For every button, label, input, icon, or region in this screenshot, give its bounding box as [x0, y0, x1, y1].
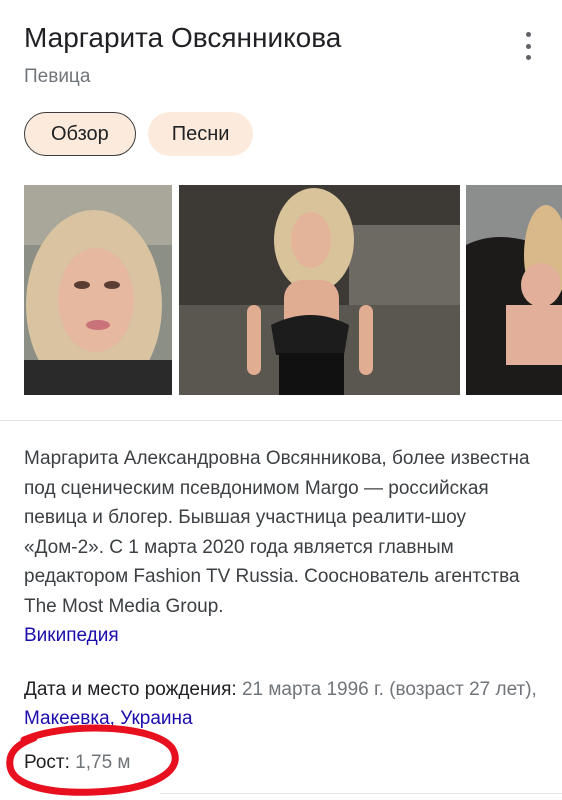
description-text: Маргарита Александровна Овсянникова, бол…: [24, 448, 530, 617]
section-divider: [0, 420, 562, 421]
photo-portrait[interactable]: [24, 185, 172, 395]
birth-value: 21 марта 1996 г. (возраст 27 лет),: [241, 679, 537, 700]
birth-country-link[interactable]: Украина: [120, 708, 192, 729]
height-value: 1,75 м: [75, 752, 131, 773]
wikipedia-link[interactable]: Википедия: [24, 625, 119, 646]
photo-full[interactable]: [179, 185, 460, 395]
entity-subtitle: Певица: [24, 66, 91, 87]
birth-comma: ,: [109, 708, 121, 729]
fact-birth: Дата и место рождения: 21 марта 1996 г. …: [24, 675, 544, 733]
birth-label: Дата и место рождения:: [24, 679, 237, 700]
fact-height: Рост: 1,75 м: [24, 748, 131, 777]
entity-title: Маргарита Овсянникова: [24, 22, 342, 53]
height-label: Рост:: [24, 752, 70, 773]
description: Маргарита Александровна Овсянникова, бол…: [24, 444, 544, 651]
image-carousel[interactable]: [24, 185, 562, 395]
tab-overview[interactable]: Обзор: [24, 112, 136, 156]
more-options-icon[interactable]: [516, 32, 540, 60]
tab-songs[interactable]: Песни: [147, 112, 254, 156]
photo-third[interactable]: [466, 185, 562, 395]
bottom-divider: [160, 793, 562, 794]
birth-city-link[interactable]: Макеевка: [24, 708, 110, 729]
tab-bar: Обзор Песни: [24, 112, 254, 156]
